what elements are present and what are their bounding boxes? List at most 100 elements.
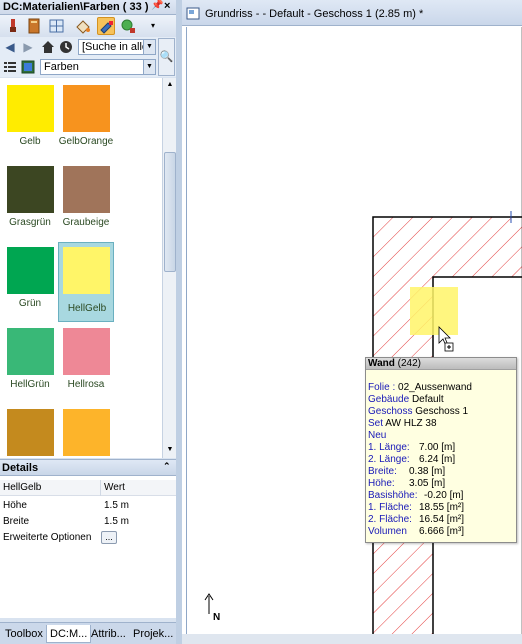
details-value[interactable]: 1.5 m	[104, 500, 129, 511]
swatch-grid: Gelb GelbOrange Grasgrün Graubeige Grün …	[0, 78, 162, 458]
collapse-icon[interactable]: ⌃	[163, 461, 171, 472]
globe-icon[interactable]	[119, 17, 137, 35]
scroll-thumb[interactable]	[164, 152, 176, 272]
tooltip-key: 2. Fläche:	[368, 514, 412, 525]
tooltip-header: Wand (242)	[366, 358, 516, 370]
material-brush-icon[interactable]	[97, 17, 115, 35]
swatch-scrollbar[interactable]: ▲ ▼	[162, 78, 176, 458]
details-row: Breite 1.5 m	[0, 514, 176, 530]
scroll-down-icon[interactable]: ▼	[164, 444, 176, 456]
swatch-color	[7, 247, 54, 294]
tooltip-title: Wand	[368, 358, 395, 369]
column-separator	[100, 480, 101, 496]
swatch-item[interactable]: Graubeige	[58, 161, 114, 235]
swatch-label: Gelb	[19, 136, 41, 147]
swatch-item[interactable]: Gelb	[2, 80, 58, 154]
swatch-color	[63, 247, 110, 294]
book-icon[interactable]	[25, 17, 43, 35]
advanced-options-button[interactable]: ...	[101, 531, 117, 544]
horizontal-scrollbar[interactable]	[182, 634, 522, 644]
drawing-canvas[interactable]	[186, 27, 522, 637]
tooltip-key: Höhe:	[368, 478, 395, 489]
tooltip-key: Basishöhe:	[368, 490, 418, 501]
tooltip-value: 6.24 [m]	[419, 454, 456, 465]
tooltip-value: 0.38 [m]	[409, 466, 446, 477]
home-icon[interactable]	[40, 39, 56, 55]
swatch-color	[63, 166, 110, 213]
details-value-header: Wert	[104, 482, 125, 493]
category-select[interactable]: Farben	[40, 59, 156, 75]
swatch-item[interactable]: HellGrün	[2, 323, 58, 397]
pin-icon[interactable]: 📌	[151, 0, 163, 11]
color-palette-icon	[20, 59, 36, 75]
panel-title: DC:Materialien\Farben ( 33 )	[3, 1, 149, 13]
details-value[interactable]: 1.5 m	[104, 516, 129, 527]
details-key: Erweiterte Optionen	[3, 532, 92, 543]
tooltip-line: Geschoss Geschoss 1	[368, 406, 468, 418]
swatch-color	[63, 85, 110, 132]
tooltip-key: Geschoss	[368, 406, 413, 417]
swatch-label: Hellrosa	[67, 379, 105, 390]
swatch-label: GelbOrange	[58, 136, 114, 147]
swatch-item[interactable]: Grün	[2, 242, 58, 316]
swatch-color	[7, 328, 54, 375]
details-table: HellGelb Wert Höhe 1.5 m Breite 1.5 m Er…	[0, 476, 176, 618]
tooltip-line: 1. Fläche: 18.55 [m²]	[368, 502, 516, 514]
list-view-icon[interactable]	[2, 59, 18, 75]
details-title: Details	[2, 462, 39, 474]
chevron-down-icon[interactable]: ▼	[143, 60, 155, 74]
document-title: Grundriss - - Default - Geschoss 1 (2.85…	[205, 8, 424, 20]
details-name: HellGelb	[3, 482, 42, 493]
forward-icon[interactable]: ▶	[20, 39, 36, 55]
details-key: Breite	[3, 516, 30, 527]
swatch-color	[7, 85, 54, 132]
swatch-item-selected[interactable]: HellGelb	[58, 242, 114, 322]
tooltip-line: Breite: 0.38 [m]	[368, 466, 516, 478]
tooltip-key: Set	[368, 418, 384, 429]
tooltip-line: Neu	[368, 430, 386, 442]
swatch-item[interactable]	[2, 404, 58, 458]
swatch-color	[63, 328, 110, 375]
search-icon[interactable]: 🔍	[158, 38, 175, 76]
paint-bucket-icon[interactable]	[74, 17, 92, 35]
tooltip-value: AW HLZ 38	[385, 418, 437, 429]
tooltip-value: Default	[411, 394, 444, 405]
grid-view-icon[interactable]	[48, 17, 66, 35]
swatch-color	[63, 409, 110, 456]
tooltip-line: Folie : 02_Aussenwand	[368, 382, 472, 394]
swatch-item[interactable]: Grasgrün	[2, 161, 58, 235]
chevron-down-icon[interactable]: ▼	[143, 40, 155, 54]
wall-info-tooltip: Wand (242) Folie : 02_Aussenwand Gebäude…	[365, 357, 517, 543]
history-icon[interactable]	[58, 39, 74, 55]
swatch-item[interactable]	[58, 404, 114, 458]
swatch-label: Graubeige	[62, 217, 110, 228]
swatch-item[interactable]: Hellrosa	[58, 323, 114, 397]
tab-dc-materials[interactable]: DC:M...	[46, 625, 92, 643]
panel-tabs: Toolbox DC:M... Attrib... Projek...	[0, 622, 176, 644]
swatch-item[interactable]: GelbOrange	[58, 80, 114, 154]
tooltip-key: 1. Länge:	[368, 442, 410, 453]
tooltip-line: Gebäude Default	[368, 394, 444, 406]
tab-attributes[interactable]: Attrib...	[88, 625, 129, 643]
swatch-label: Grasgrün	[9, 217, 51, 228]
floorplan-icon	[186, 7, 200, 20]
document-header: Grundriss - - Default - Geschoss 1 (2.85…	[182, 0, 522, 26]
close-icon[interactable]: ×	[164, 0, 170, 12]
tooltip-value: 3.05 [m]	[409, 478, 446, 489]
swatch-color	[7, 166, 54, 213]
pipette-icon[interactable]	[4, 17, 22, 35]
tooltip-line: Set AW HLZ 38	[368, 418, 437, 430]
tooltip-line: Volumen 6.666 [m³]	[368, 526, 516, 538]
toolbar-dropdown-icon[interactable]: ▾	[144, 17, 162, 35]
details-row: Erweiterte Optionen ...	[0, 530, 176, 546]
scroll-up-icon[interactable]: ▲	[164, 79, 176, 91]
back-icon[interactable]: ◀	[2, 39, 18, 55]
tooltip-line: Basishöhe: -0.20 [m]	[368, 490, 516, 502]
tab-project[interactable]: Projek...	[130, 625, 176, 643]
panel-titlebar: DC:Materialien\Farben ( 33 ) 📌 ×	[0, 0, 176, 15]
tab-toolbox[interactable]: Toolbox	[2, 625, 46, 643]
tooltip-line: 2. Fläche: 16.54 [m²]	[368, 514, 516, 526]
tooltip-line: 2. Länge: 6.24 [m]	[368, 454, 516, 466]
tooltip-value: 02_Aussenwand	[398, 382, 472, 393]
tooltip-value: 16.54 [m²]	[419, 514, 465, 525]
